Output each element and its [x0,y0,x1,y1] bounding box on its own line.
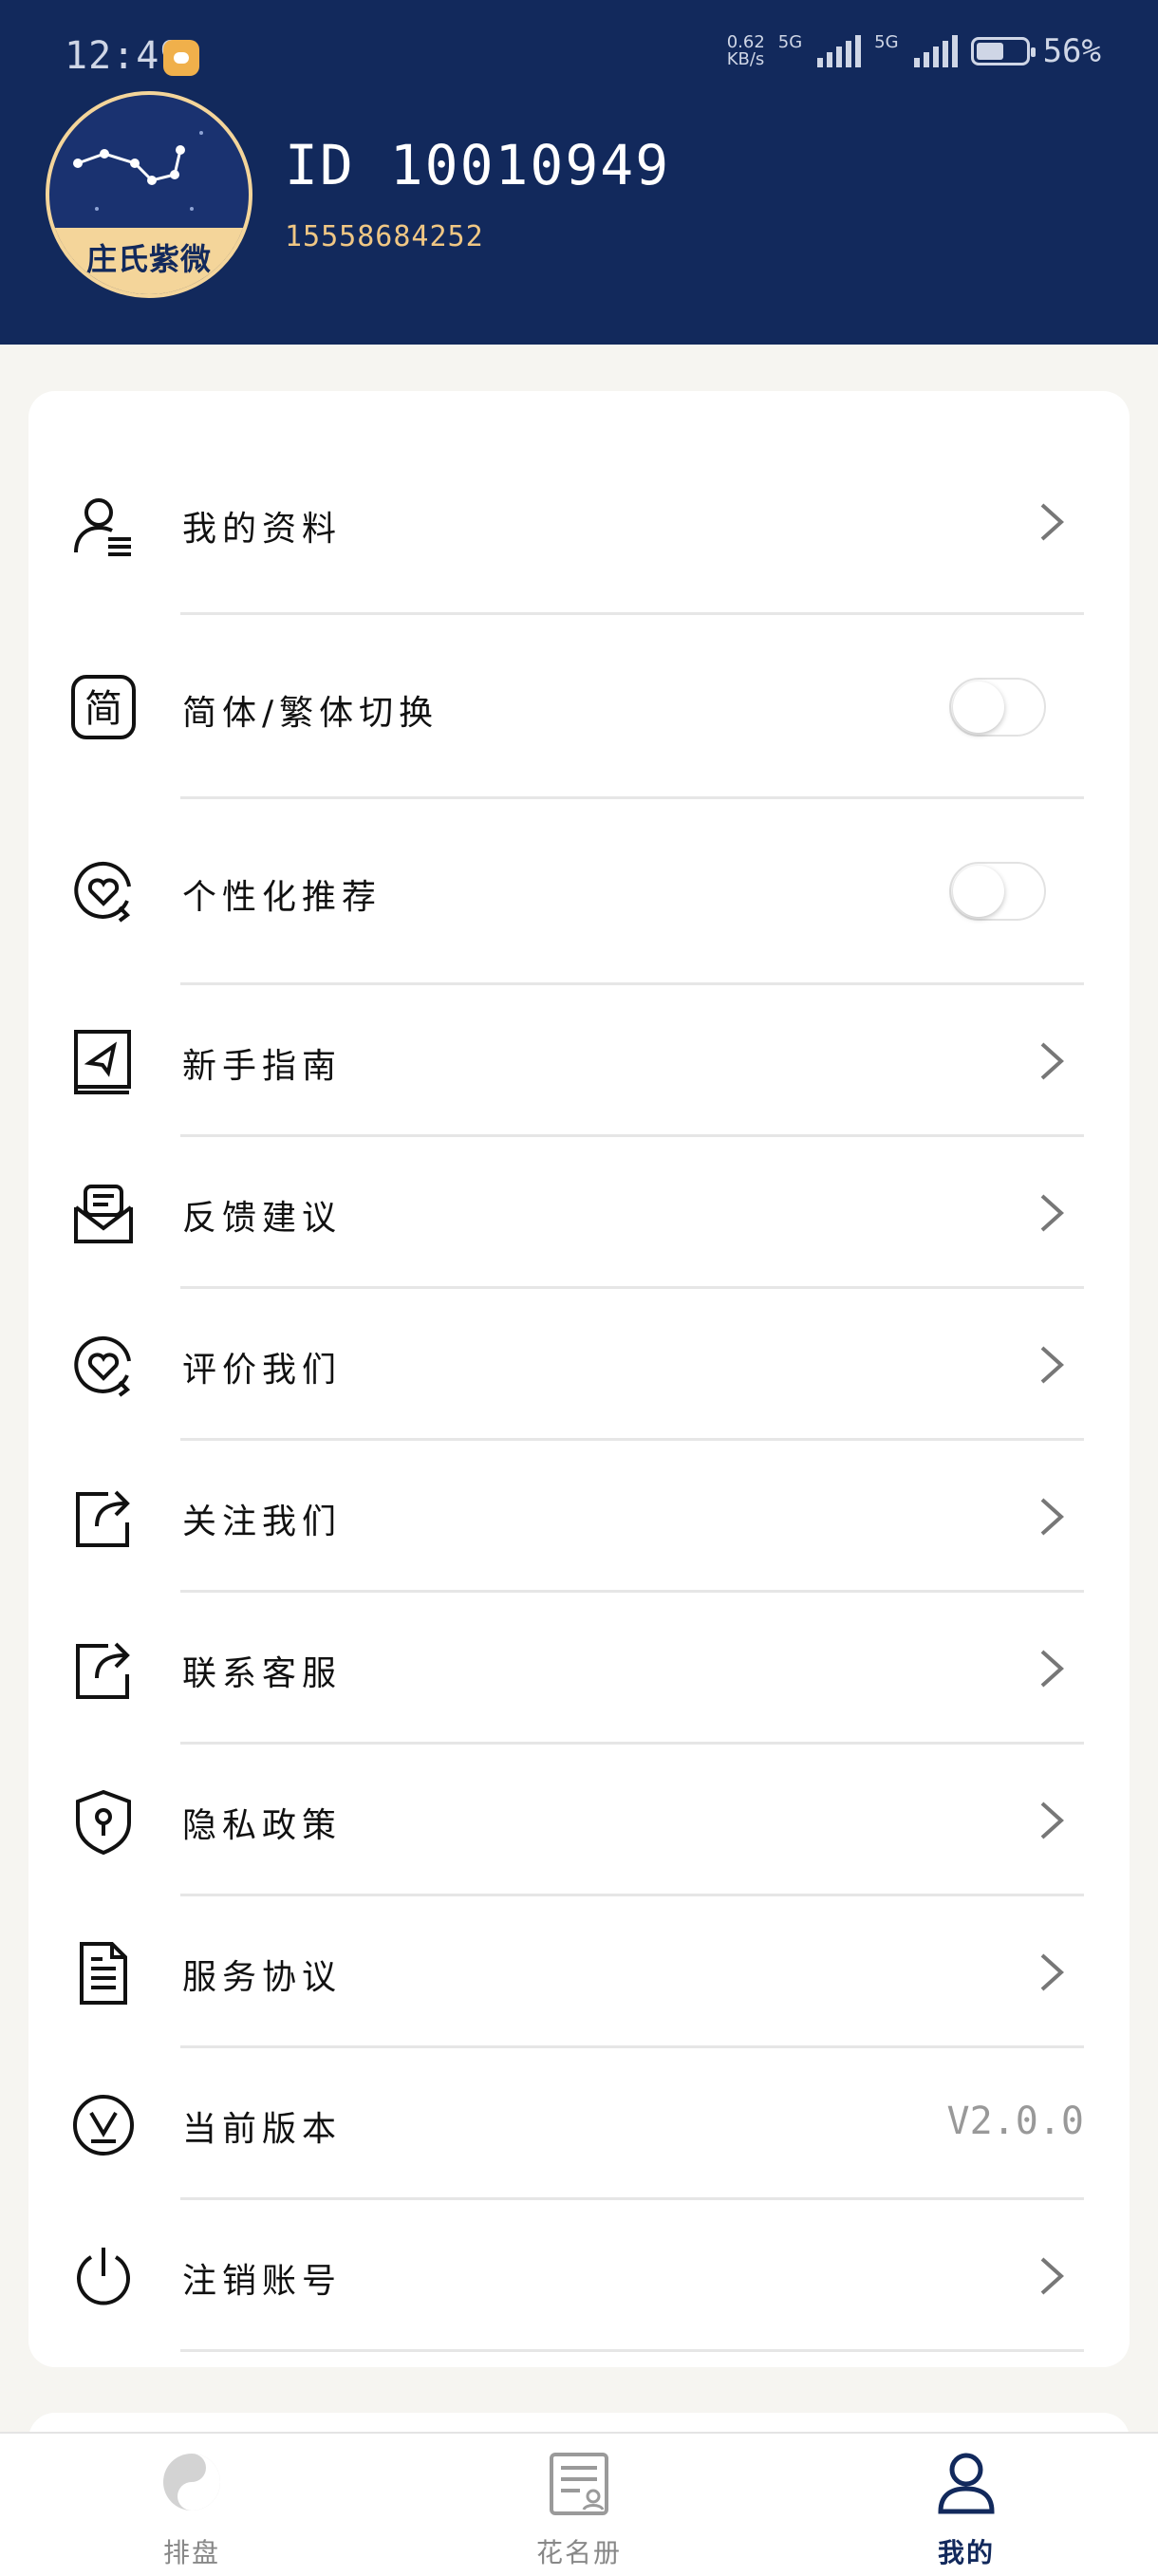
share-icon [76,1642,130,1699]
share-icon [76,1490,130,1547]
menu-item-beginner-guide[interactable]: 新手指南 [28,985,1130,1137]
toggle-knob [953,866,1004,917]
signal-label-1: 5G [777,32,803,52]
menu-item-personalized-recommend[interactable]: 个性化推荐 [28,799,1130,985]
svg-text:简: 简 [84,687,122,731]
chevron-right-icon [1040,1650,1064,1688]
menu-label: 当前版本 [182,2110,343,2149]
menu-item-current-version: 当前版本 V2.0.0 [28,2048,1130,2200]
menu-label: 隐私政策 [182,1806,343,1845]
chevron-right-icon [1040,1194,1064,1232]
menu-item-script-switch[interactable]: 简 简体/繁体切换 [28,615,1130,799]
signal-label-2: 5G [874,32,899,52]
menu-label: 注销账号 [182,2262,343,2301]
menu-item-service-agreement[interactable]: 服务协议 [28,1896,1130,2048]
user-id: ID 10010949 [285,133,671,197]
menu-item-delete-account[interactable]: 注销账号 [28,2200,1130,2352]
heart-refresh-icon [74,1335,131,1397]
heart-refresh-icon [74,861,131,923]
signal-strength-icon [817,35,862,67]
power-icon [77,2248,130,2305]
menu-item-my-profile[interactable]: 我的资料 [28,427,1130,615]
chevron-right-icon [1040,2257,1064,2295]
roster-icon [550,2453,608,2515]
version-icon [73,2095,134,2156]
script-toggle[interactable] [949,678,1046,737]
avatar-band: 庄氏紫微 [49,228,249,294]
menu-item-rate-us[interactable]: 评价我们 [28,1289,1130,1441]
menu-label: 服务协议 [182,1958,343,1997]
shield-lock-icon [76,1789,131,1855]
network-speed: 0.62 KB/s [726,32,765,69]
battery-fill [976,43,1003,60]
chevron-right-icon [1040,1953,1064,1991]
person-icon [938,2453,995,2514]
yin-yang-icon [163,2454,220,2511]
tab-mine[interactable]: 我的 [852,2434,1080,2576]
signal-strength-icon [913,35,958,67]
user-phone: 15558684252 [285,220,484,253]
chevron-right-icon [1040,1801,1064,1839]
profile-header: 12:49 0.62 KB/s 5G 5G 56% 庄氏紫微 ID 100109… [0,0,1158,345]
tab-roster[interactable]: 花名册 [465,2434,693,2576]
bottom-tab-bar: 排盘 花名册 我的 [0,2432,1158,2576]
guide-book-icon [74,1030,131,1094]
menu-item-feedback[interactable]: 反馈建议 [28,1137,1130,1289]
status-indicators: 0.62 KB/s 5G 5G 56% [727,32,1101,70]
menu-label: 简体/繁体切换 [182,694,439,733]
avatar[interactable]: 庄氏紫微 [46,91,252,298]
menu-label: 反馈建议 [182,1199,343,1238]
chevron-right-icon [1040,1346,1064,1384]
chevron-right-icon [1040,503,1064,541]
avatar-text: 庄氏紫微 [85,241,212,277]
tab-label: 花名册 [535,2537,622,2568]
user-list-icon [74,498,131,556]
menu-item-contact-service[interactable]: 联系客服 [28,1593,1130,1745]
battery-percent: 56% [1042,32,1101,70]
menu-label: 新手指南 [182,1047,343,1086]
settings-card: 我的资料 简 简体/繁体切换 个性化推荐 新手指南 反馈建议 评价我们 关注我们… [28,391,1130,2367]
menu-label: 我的资料 [182,510,343,549]
tab-label: 我的 [937,2537,995,2568]
battery-icon [970,37,1036,65]
menu-label: 联系客服 [182,1654,343,1693]
menu-label: 评价我们 [182,1351,343,1390]
chevron-right-icon [1040,1498,1064,1536]
toggle-knob [953,681,1004,733]
notification-app-icon [163,40,199,76]
chevron-right-icon [1040,1042,1064,1080]
menu-label: 关注我们 [182,1503,343,1541]
feedback-mail-icon [74,1185,133,1243]
menu-label: 个性化推荐 [182,878,383,917]
recommend-toggle[interactable] [949,862,1046,921]
tab-label: 排盘 [162,2537,220,2568]
tab-paipan[interactable]: 排盘 [78,2434,306,2576]
simplified-char-icon: 简 [71,675,136,739]
version-value: V2.0.0 [946,2100,1085,2143]
document-icon [80,1942,127,2005]
divider [180,2349,1084,2352]
menu-item-privacy-policy[interactable]: 隐私政策 [28,1745,1130,1896]
menu-item-follow-us[interactable]: 关注我们 [28,1441,1130,1593]
